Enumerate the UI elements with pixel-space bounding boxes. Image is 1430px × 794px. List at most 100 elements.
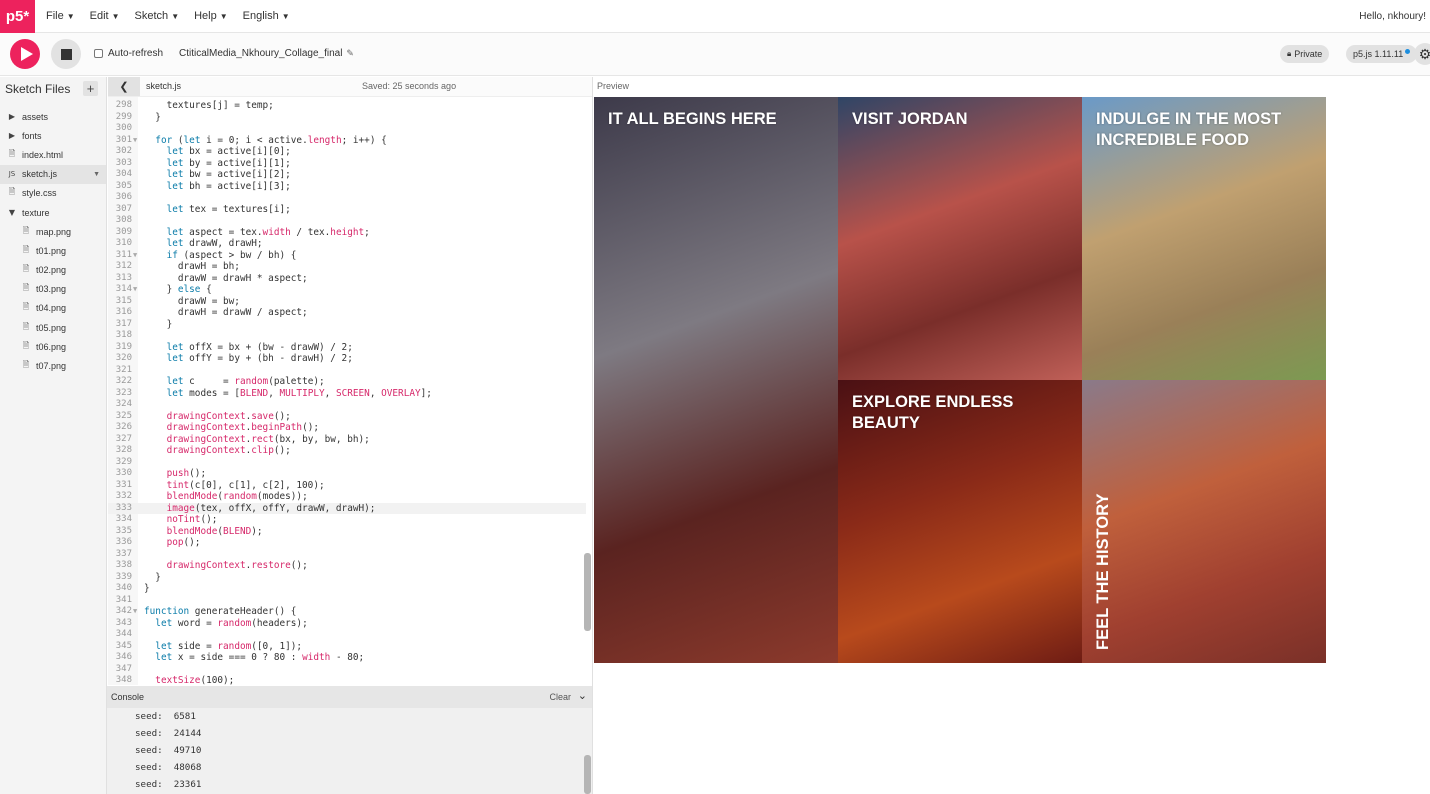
auto-refresh-toggle[interactable]: Auto-refresh bbox=[94, 48, 163, 59]
file-item[interactable]: ▼ texture bbox=[0, 203, 106, 222]
code-line[interactable]: 323 let modes = [BLEND, MULTIPLY, SCREEN… bbox=[108, 388, 586, 400]
file-item[interactable]: JS sketch.js ▼ bbox=[0, 164, 106, 184]
code-line[interactable]: 315 drawW = bw; bbox=[108, 296, 586, 308]
file-item-label: t03.png bbox=[36, 284, 67, 295]
code-line[interactable]: 305 let bh = active[i][3]; bbox=[108, 181, 586, 193]
pane-divider[interactable] bbox=[592, 77, 593, 794]
fold-icon[interactable]: ▼ bbox=[133, 606, 137, 618]
file-item[interactable]: 🗎 t01.png bbox=[0, 241, 106, 260]
code-line[interactable]: 334 noTint(); bbox=[108, 514, 586, 526]
code-line[interactable]: 298 textures[j] = temp; bbox=[108, 100, 586, 112]
code-line[interactable]: 338 drawingContext.restore(); bbox=[108, 560, 586, 572]
p5-logo[interactable]: p5* bbox=[0, 0, 35, 33]
code-line[interactable]: 332 blendMode(random(modes)); bbox=[108, 491, 586, 503]
project-name[interactable]: CtiticalMedia_Nkhoury_Collage_final ✎ bbox=[179, 48, 354, 59]
code-line[interactable]: 301 ▼ for (let i = 0; i < active.length; … bbox=[108, 135, 586, 147]
code-line[interactable]: 347 bbox=[108, 664, 586, 676]
code-line[interactable]: 341 bbox=[108, 595, 586, 607]
code-line[interactable]: 339 } bbox=[108, 572, 586, 584]
code-line[interactable]: 325 drawingContext.save(); bbox=[108, 411, 586, 423]
code-line[interactable]: 299 } bbox=[108, 112, 586, 124]
code-line[interactable]: 333 image(tex, offX, offY, drawW, drawH)… bbox=[108, 502, 586, 514]
code-line[interactable]: 331 tint(c[0], c[1], c[2], 100); bbox=[108, 480, 586, 492]
file-tab[interactable]: sketch.js bbox=[146, 81, 181, 91]
code-line[interactable]: 310 let drawW, drawH; bbox=[108, 238, 586, 250]
code-line[interactable]: 343 let word = random(headers); bbox=[108, 618, 586, 630]
code-line[interactable]: 308 bbox=[108, 215, 586, 227]
menu-help[interactable]: Help ▼ bbox=[190, 10, 232, 22]
code-line[interactable]: 342 ▼ function generateHeader() { bbox=[108, 606, 586, 618]
file-item[interactable]: 🗎 style.css bbox=[0, 184, 106, 203]
file-item[interactable]: 🗎 index.html bbox=[0, 145, 106, 164]
code-line[interactable]: 321 bbox=[108, 365, 586, 377]
auto-refresh-checkbox[interactable] bbox=[94, 49, 103, 58]
line-number: 318 bbox=[115, 330, 132, 340]
code-editor[interactable]: 298 textures[j] = temp; 299 } 300 301 ▼ for … bbox=[108, 97, 592, 685]
code-line[interactable]: 312 drawH = bh; bbox=[108, 261, 586, 273]
code-line[interactable]: 329 bbox=[108, 457, 586, 469]
chevron-down-icon[interactable]: ⌄ bbox=[578, 689, 587, 702]
code-line[interactable]: 313 drawW = drawH * aspect; bbox=[108, 273, 586, 285]
code-line[interactable]: 320 let offY = by + (bh - drawH) / 2; bbox=[108, 353, 586, 365]
code-line[interactable]: 311 ▼ if (aspect > bw / bh) { bbox=[108, 250, 586, 262]
add-file-button[interactable]: + bbox=[83, 81, 98, 96]
visibility-toggle[interactable]: 🔒︎ Private bbox=[1280, 45, 1330, 63]
preview-canvas[interactable]: IT ALL BEGINS HERE VISIT JORDAN INDULGE … bbox=[594, 97, 1326, 663]
collapse-sidebar-button[interactable]: ❮ bbox=[108, 77, 140, 96]
user-greeting[interactable]: Hello, nkhoury! bbox=[1359, 11, 1426, 22]
menu-file[interactable]: File ▼ bbox=[42, 10, 79, 22]
code-line[interactable]: 348 textSize(100); bbox=[108, 675, 586, 685]
code-line[interactable]: 345 let side = random([0, 1]); bbox=[108, 641, 586, 653]
code-line[interactable]: 314 ▼ } else { bbox=[108, 284, 586, 296]
fold-icon[interactable]: ▼ bbox=[133, 284, 137, 296]
caret-down-icon: ▼ bbox=[281, 11, 290, 21]
code-line[interactable]: 309 let aspect = tex.width / tex.height; bbox=[108, 227, 586, 239]
code-line[interactable]: 337 bbox=[108, 549, 586, 561]
code-line[interactable]: 328 drawingContext.clip(); bbox=[108, 445, 586, 457]
code-line[interactable]: 306 bbox=[108, 192, 586, 204]
file-item[interactable]: 🗎 t07.png bbox=[0, 356, 106, 375]
code-line[interactable]: 318 bbox=[108, 330, 586, 342]
code-line[interactable]: 336 pop(); bbox=[108, 537, 586, 549]
code-line[interactable]: 300 bbox=[108, 123, 586, 135]
file-item[interactable]: ▶ fonts bbox=[0, 126, 106, 145]
file-item[interactable]: 🗎 t04.png bbox=[0, 299, 106, 318]
code-line[interactable]: 335 blendMode(BLEND); bbox=[108, 526, 586, 538]
version-selector[interactable]: p5.js 1.11.11 bbox=[1346, 45, 1418, 63]
code-line[interactable]: 326 drawingContext.beginPath(); bbox=[108, 422, 586, 434]
file-item[interactable]: ▶ assets bbox=[0, 107, 106, 126]
code-line[interactable]: 322 let c = random(palette); bbox=[108, 376, 586, 388]
code-line[interactable]: 340} bbox=[108, 583, 586, 595]
code-line[interactable]: 330 push(); bbox=[108, 468, 586, 480]
menu-sketch[interactable]: Sketch ▼ bbox=[131, 10, 184, 22]
code-line[interactable]: 303 let by = active[i][1]; bbox=[108, 158, 586, 170]
settings-button[interactable]: ⚙ bbox=[1414, 43, 1430, 65]
code-line[interactable]: 304 let bw = active[i][2]; bbox=[108, 169, 586, 181]
file-item[interactable]: 🗎 map.png bbox=[0, 222, 106, 241]
stop-button[interactable] bbox=[51, 39, 81, 69]
code-line[interactable]: 324 bbox=[108, 399, 586, 411]
console-clear-button[interactable]: Clear bbox=[549, 692, 571, 702]
fold-icon[interactable]: ▼ bbox=[133, 250, 137, 262]
code-text: } bbox=[144, 111, 161, 123]
play-button[interactable] bbox=[10, 39, 40, 69]
code-line[interactable]: 307 let tex = textures[i]; bbox=[108, 204, 586, 216]
code-line[interactable]: 344 bbox=[108, 629, 586, 641]
code-line[interactable]: 302 let bx = active[i][0]; bbox=[108, 146, 586, 158]
file-options-icon[interactable]: ▼ bbox=[93, 171, 100, 178]
file-item[interactable]: 🗎 t03.png bbox=[0, 280, 106, 299]
code-line[interactable]: 346 let x = side === 0 ? 80 : width - 80… bbox=[108, 652, 586, 664]
edit-pencil-icon[interactable]: ✎ bbox=[346, 48, 354, 59]
file-item[interactable]: 🗎 t06.png bbox=[0, 337, 106, 356]
code-line[interactable]: 316 drawH = drawW / aspect; bbox=[108, 307, 586, 319]
menu-edit[interactable]: Edit ▼ bbox=[86, 10, 124, 22]
file-item[interactable]: 🗎 t02.png bbox=[0, 261, 106, 280]
fold-icon[interactable]: ▼ bbox=[133, 135, 137, 147]
code-line[interactable]: 319 let offX = bx + (bw - drawW) / 2; bbox=[108, 342, 586, 354]
file-item[interactable]: 🗎 t05.png bbox=[0, 318, 106, 337]
code-line[interactable]: 317 } bbox=[108, 319, 586, 331]
console-scrollbar[interactable] bbox=[584, 755, 591, 794]
editor-scrollbar[interactable] bbox=[584, 553, 591, 631]
code-line[interactable]: 327 drawingContext.rect(bx, by, bw, bh); bbox=[108, 434, 586, 446]
menu-language[interactable]: English ▼ bbox=[239, 10, 294, 22]
